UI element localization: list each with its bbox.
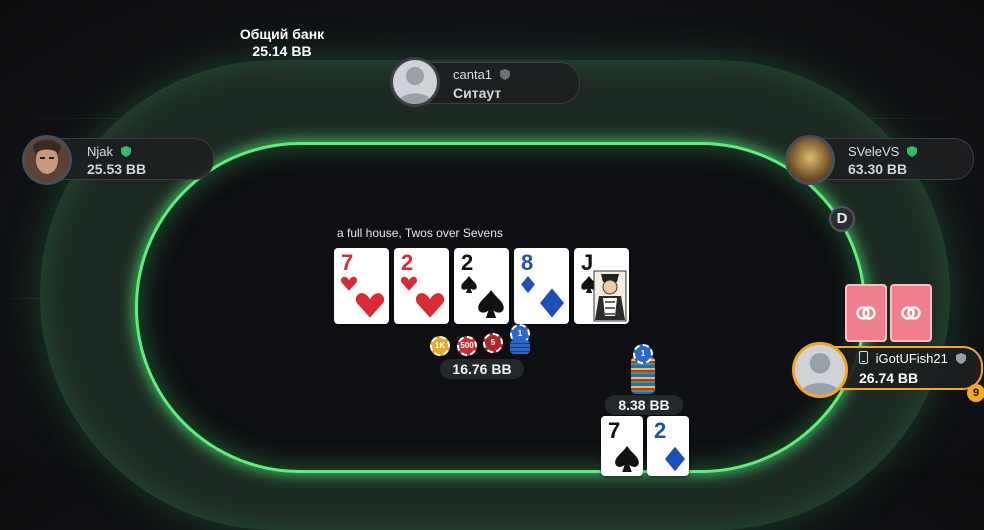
player-name: iGotUFish21 bbox=[875, 351, 948, 366]
player-portrait-icon bbox=[25, 138, 69, 182]
spade-icon bbox=[615, 446, 639, 472]
default-avatar-icon bbox=[397, 67, 433, 104]
shield-icon bbox=[955, 353, 966, 364]
card-rank: 2 bbox=[461, 250, 474, 275]
diamond-icon bbox=[540, 288, 564, 318]
card-rank: 7 bbox=[341, 250, 354, 275]
brand-logo-icon bbox=[856, 306, 876, 320]
timer-badge: 9 bbox=[967, 384, 984, 402]
board-card-2: 2 bbox=[394, 248, 449, 324]
total-pot: Общий банк 25.14 BB bbox=[222, 26, 342, 60]
player-name: Njak bbox=[87, 144, 114, 159]
default-avatar-icon bbox=[799, 352, 841, 395]
avatar[interactable] bbox=[22, 135, 72, 185]
verified-shield-icon bbox=[906, 146, 917, 157]
mobile-phone-icon bbox=[859, 351, 868, 364]
total-pot-label: Общий банк bbox=[239, 26, 325, 42]
player-name: canta1 bbox=[453, 67, 493, 82]
spade-icon bbox=[461, 276, 477, 293]
heart-icon bbox=[416, 293, 444, 318]
card-back bbox=[890, 284, 932, 342]
card-back bbox=[845, 284, 887, 342]
player-stack: 26.74 BB bbox=[859, 370, 919, 386]
dealer-button: D bbox=[829, 206, 855, 232]
total-pot-amount: 25.14 BB bbox=[252, 43, 312, 59]
heart-icon bbox=[341, 276, 357, 291]
board-card-3: 2 bbox=[454, 248, 509, 324]
verified-shield-icon bbox=[120, 146, 131, 157]
shield-icon bbox=[499, 69, 510, 80]
card-rank: J bbox=[581, 250, 594, 275]
diamond-icon bbox=[521, 276, 535, 293]
card-rank: 7 bbox=[608, 418, 621, 443]
card-rank: 2 bbox=[654, 418, 667, 443]
chip-5: 5 bbox=[483, 333, 503, 353]
board-card-1: 7 bbox=[334, 248, 389, 324]
heart-icon bbox=[356, 293, 384, 318]
player-name: SVeleVS bbox=[848, 144, 900, 159]
chip-500: 500 bbox=[457, 336, 477, 356]
avatar[interactable] bbox=[792, 342, 848, 398]
hand-description: a full house, Twos over Sevens bbox=[337, 226, 503, 240]
center-bet-amount: 16.76 BB bbox=[440, 359, 524, 379]
hero-bet-amount: 8.38 BB bbox=[605, 395, 683, 415]
brand-logo-icon bbox=[901, 306, 921, 320]
board-card-4: 8 bbox=[514, 248, 569, 324]
chip-1k: 1K bbox=[430, 336, 450, 356]
player-stack: 63.30 BB bbox=[848, 161, 908, 177]
hero-card-2[interactable]: 2 bbox=[647, 416, 689, 476]
player-stack: Ситаут bbox=[453, 85, 502, 101]
chip-stack bbox=[510, 340, 530, 354]
heart-icon bbox=[401, 276, 417, 291]
hero-card-1[interactable]: 7 bbox=[601, 416, 643, 476]
spade-icon bbox=[478, 290, 504, 318]
card-rank: 2 bbox=[401, 250, 414, 275]
card-rank: 8 bbox=[521, 250, 534, 275]
player-stack: 25.53 BB bbox=[87, 161, 147, 177]
diamond-icon bbox=[665, 446, 685, 472]
chip-1: 1 bbox=[633, 344, 653, 364]
avatar[interactable] bbox=[785, 135, 835, 185]
player-portrait-icon bbox=[788, 138, 832, 182]
jack-face-icon bbox=[593, 270, 627, 322]
board-card-5: J bbox=[574, 248, 629, 324]
avatar[interactable] bbox=[390, 57, 440, 107]
